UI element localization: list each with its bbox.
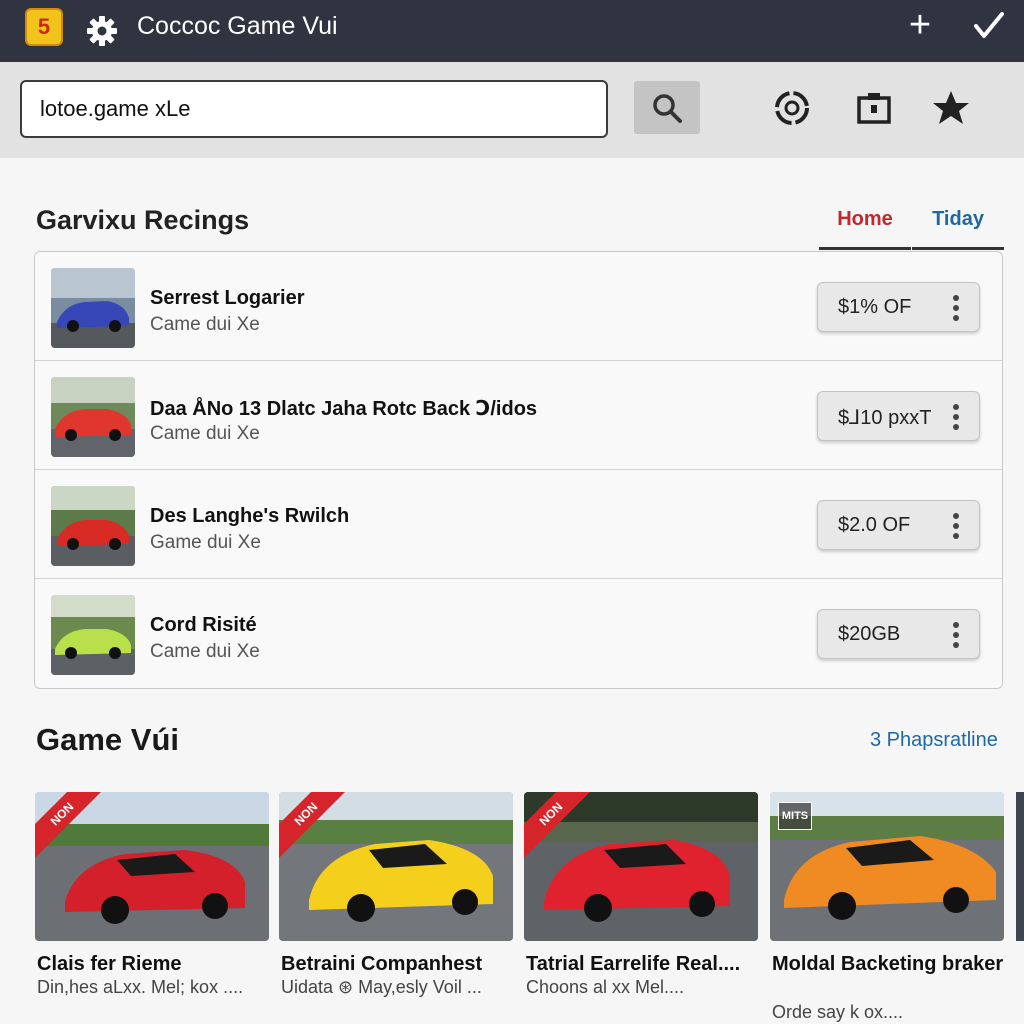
games-section-title: Game Vúi	[36, 722, 179, 757]
game-thumbnail	[51, 486, 135, 566]
game-subtitle: Came dui Xe	[150, 423, 260, 444]
game-list: Serrest Logarier Came dui Xe $1% OF Daa …	[34, 251, 1003, 689]
card-subtitle: Din,hes aLxx. Mel; kox ....	[37, 977, 244, 997]
tab-home[interactable]: Home	[819, 190, 911, 250]
card-subtitle: Choons al xx Mel....	[526, 977, 685, 997]
card-subtitle: Orde say k ox....	[772, 1002, 904, 1022]
star-icon[interactable]	[931, 88, 971, 128]
more-vertical-icon[interactable]	[952, 295, 960, 321]
url-input[interactable]: lotoe.game xLe	[20, 80, 608, 138]
price-label: $2.0 OF	[838, 514, 911, 536]
price-button[interactable]: $⅃10 pxxT	[817, 391, 980, 441]
tab-today[interactable]: Tiday	[912, 190, 1004, 250]
refresh-icon[interactable]	[772, 88, 812, 128]
price-button[interactable]: $1% OF	[817, 282, 980, 332]
game-card-image[interactable]: NON	[35, 792, 269, 941]
list-item[interactable]: Des Langhe's Rwilch Game dui Xe $2.0 OF	[35, 470, 1002, 579]
game-subtitle: Came dui Xe	[150, 641, 260, 662]
card-subtitle: Uidata ⊛ May,esly Voil ...	[281, 977, 482, 997]
price-button[interactable]: $20GB	[817, 609, 980, 659]
gear-icon[interactable]	[85, 14, 119, 48]
game-thumbnail	[51, 595, 135, 675]
game-thumbnail	[51, 377, 135, 457]
search-button[interactable]	[634, 81, 700, 134]
game-card-image[interactable]: MITS	[770, 792, 1004, 941]
price-label: $1% OF	[838, 296, 912, 318]
game-card[interactable]: NON Clais fer Rieme Din,hes aLxx. Mel; k…	[35, 792, 269, 997]
list-item[interactable]: Serrest Logarier Came dui Xe $1% OF	[35, 252, 1002, 361]
price-button[interactable]: $2.0 OF	[817, 500, 980, 550]
list-item[interactable]: Cord Risité Came dui Xe $20GB	[35, 579, 1002, 688]
section-title: Garvixu Recings	[36, 205, 250, 235]
game-subtitle: Game dui Xe	[150, 532, 261, 553]
card-title[interactable]: Tatrial Earrelife Real....	[526, 952, 766, 977]
game-thumbnail	[51, 268, 135, 348]
game-card-image[interactable]: NON	[524, 792, 758, 941]
camera-icon[interactable]	[854, 88, 894, 128]
plus-icon[interactable]: +	[900, 6, 940, 46]
list-item[interactable]: Daa ÅNo 13 Dlatc Jaha Rotc Back Ↄ/idos C…	[35, 361, 1002, 470]
check-icon[interactable]	[968, 6, 1008, 46]
card-title[interactable]: Clais fer Rieme	[37, 952, 277, 977]
more-vertical-icon[interactable]	[952, 404, 960, 430]
game-card[interactable]: MITS Moldal Backeting braker Orde say k …	[770, 792, 1004, 1022]
search-icon	[653, 94, 682, 123]
game-card-image[interactable]: NON	[279, 792, 513, 941]
card-badge: MITS	[778, 802, 812, 830]
game-card[interactable]: NON Betraini Companhest Uidata ⊛ May,esl…	[279, 792, 513, 997]
game-title[interactable]: Des Langhe's Rwilch	[150, 505, 349, 528]
see-all-link[interactable]: 3 Phapsratline	[870, 729, 998, 752]
game-title[interactable]: Serrest Logarier	[150, 287, 305, 310]
game-subtitle: Came dui Xe	[150, 314, 260, 335]
game-title[interactable]: Daa ÅNo 13 Dlatc Jaha Rotc Back Ↄ/idos	[150, 396, 537, 421]
app-title: Coccoc Game Vui	[137, 12, 338, 40]
price-label: $⅃10 pxxT	[838, 407, 932, 429]
card-title[interactable]: Betraini Companhest	[281, 952, 521, 977]
game-card[interactable]: NON Tatrial Earrelife Real.... Choons al…	[524, 792, 758, 997]
more-vertical-icon[interactable]	[952, 513, 960, 539]
card-title[interactable]: Moldal Backeting braker	[772, 952, 1012, 977]
game-card-partial[interactable]	[1016, 792, 1024, 941]
price-label: $20GB	[838, 623, 901, 645]
app-logo-icon: 5	[25, 8, 63, 46]
more-vertical-icon[interactable]	[952, 622, 960, 648]
game-title[interactable]: Cord Risité	[150, 614, 257, 637]
